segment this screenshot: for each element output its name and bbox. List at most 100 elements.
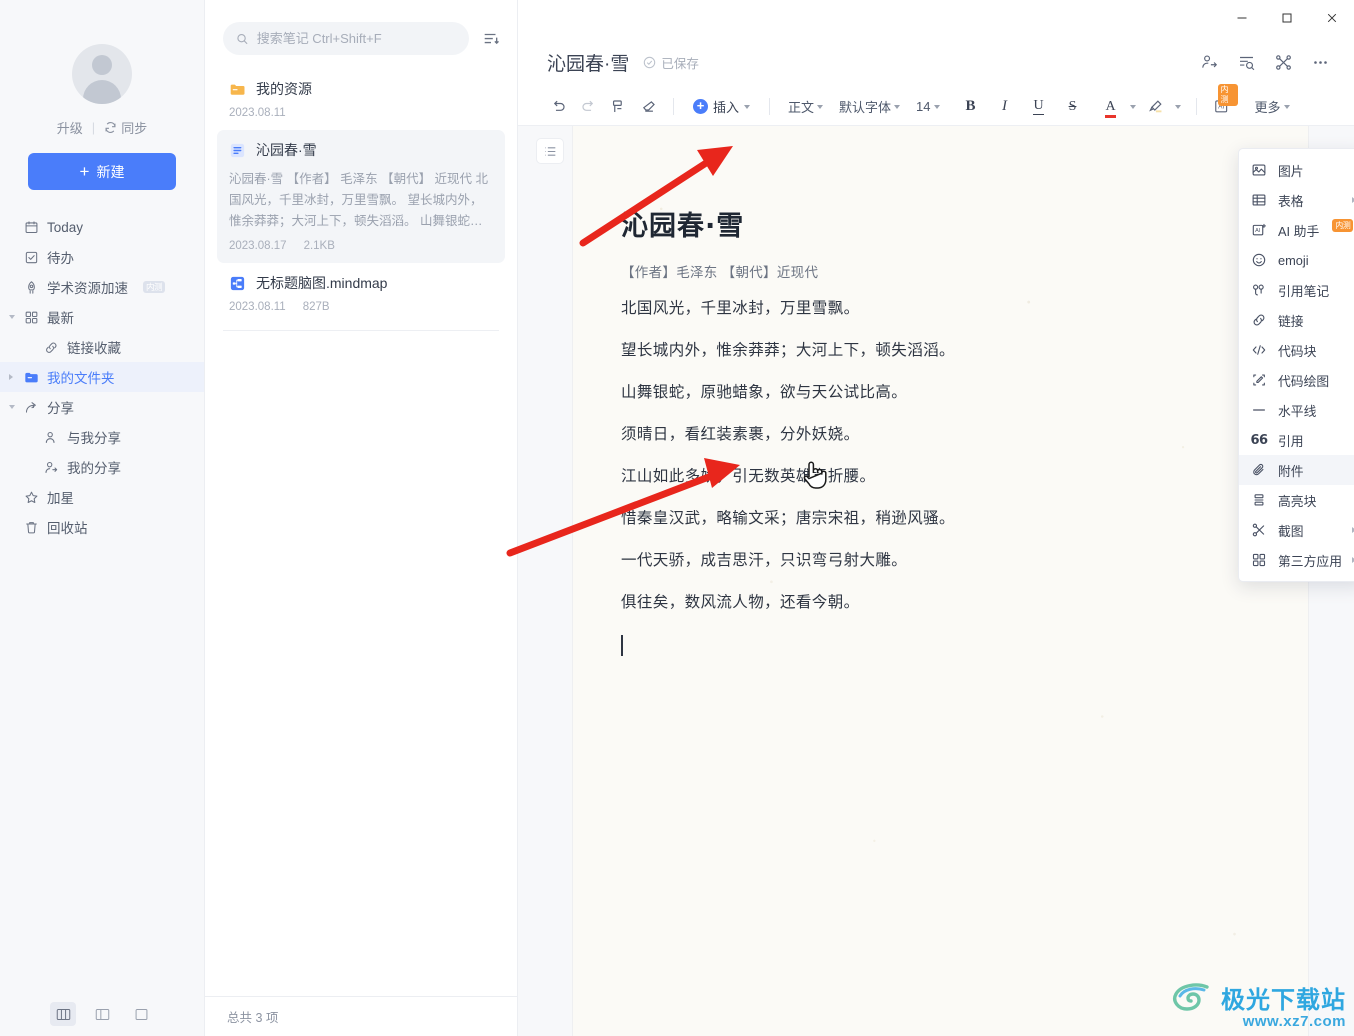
list-item[interactable]: 无标题脑图.mindmap 2023.08.11 827B bbox=[217, 263, 505, 324]
ai-beta-badge: 内测 bbox=[1217, 83, 1238, 107]
menu-item-ai-assistant[interactable]: AI AI 助手 内测 bbox=[1239, 215, 1354, 245]
ai-assistant-button[interactable]: AI 内测 bbox=[1208, 83, 1238, 121]
menu-item-image[interactable]: 图片 bbox=[1239, 155, 1354, 185]
menu-item-quote-note[interactable]: 引用笔记 bbox=[1239, 275, 1354, 305]
sidebar-item-label: 待办 bbox=[47, 251, 74, 266]
sidebar-item-9[interactable]: 加星 bbox=[0, 482, 204, 512]
search-input[interactable] bbox=[256, 31, 456, 46]
menu-item-horizontal-rule[interactable]: 水平线 bbox=[1239, 395, 1354, 425]
beta-badge: 内测 bbox=[1332, 218, 1354, 232]
two-column-view-button[interactable] bbox=[89, 1002, 115, 1026]
avatar[interactable] bbox=[72, 44, 132, 104]
list-item[interactable]: 我的资源 2023.08.11 bbox=[217, 69, 505, 130]
minimize-icon bbox=[1237, 17, 1246, 19]
sidebar-item-label: 分享 bbox=[47, 401, 74, 416]
font-size-dropdown[interactable]: 14 bbox=[909, 93, 946, 121]
font-size-label: 14 bbox=[916, 99, 931, 114]
new-button-label: 新建 bbox=[96, 163, 125, 180]
poem-line: 望长城内外，惟余莽莽；大河上下，顿失滔滔。 bbox=[621, 342, 955, 359]
document-paper: 沁园春·雪 【作者】毛泽东 【朝代】近现代 北国风光，千里冰封，万里雪飘。 望长城… bbox=[573, 126, 1308, 1036]
menu-item-quote-66[interactable]: 66 引用 bbox=[1239, 425, 1354, 455]
upgrade-link[interactable]: 升级 bbox=[57, 118, 83, 137]
bold-button[interactable]: B bbox=[955, 93, 987, 121]
sidebar-item-5[interactable]: 我的文件夹 bbox=[0, 362, 204, 392]
sync-label: 同步 bbox=[121, 121, 148, 136]
strikethrough-button[interactable]: S bbox=[1057, 93, 1089, 121]
outline-toggle-button[interactable] bbox=[536, 138, 564, 164]
highlight-dropdown[interactable] bbox=[1172, 93, 1185, 121]
sidebar-item-0[interactable]: Today bbox=[0, 212, 204, 242]
underline-button[interactable]: U bbox=[1023, 93, 1055, 121]
watermark-site-url: www.xz7.com bbox=[1242, 1013, 1346, 1030]
menu-item-link[interactable]: 链接 bbox=[1239, 305, 1354, 335]
clear-format-button[interactable] bbox=[634, 93, 662, 121]
sidebar-item-label: 与我分享 bbox=[67, 431, 121, 446]
plus-icon: + bbox=[79, 162, 90, 181]
insert-button[interactable]: + 插入 bbox=[685, 93, 758, 121]
sidebar-item-4[interactable]: 链接收藏 bbox=[0, 332, 204, 362]
plus-circle-icon: + bbox=[693, 99, 708, 114]
poem-line: 惜秦皇汉武，略输文采；唐宗宋祖，稍逊风骚。 bbox=[621, 510, 955, 527]
undo-button[interactable] bbox=[544, 93, 572, 121]
sidebar-item-2[interactable]: 学术资源加速 内测 bbox=[0, 272, 204, 302]
new-button[interactable]: + 新建 bbox=[28, 153, 176, 190]
sidebar-nav: Today 待办学术资源加速 内测最新链接收藏我的文件夹分享与我分享我的分享 加星 回收… bbox=[0, 212, 204, 542]
font-color-button[interactable]: A bbox=[1097, 93, 1125, 121]
format-painter-button[interactable] bbox=[604, 93, 632, 121]
sidebar-item-label: 最新 bbox=[47, 311, 74, 326]
menu-item-label: AI 助手 bbox=[1278, 223, 1320, 239]
three-column-view-button[interactable] bbox=[50, 1002, 76, 1026]
highlight-block-icon bbox=[1251, 492, 1267, 508]
menu-item-attachment[interactable]: 附件 bbox=[1239, 455, 1354, 485]
disclosure-triangle-icon[interactable] bbox=[9, 374, 13, 380]
italic-button[interactable]: I bbox=[989, 93, 1021, 121]
sort-button[interactable] bbox=[479, 27, 503, 51]
menu-item-label: 表格 bbox=[1278, 193, 1304, 209]
sidebar-item-1[interactable]: 待办 bbox=[0, 242, 204, 272]
list-item[interactable]: 沁园春·雪 沁园春·雪 【作者】 毛泽东 【朝代】 近现代 北国风光，千里冰封，万… bbox=[217, 130, 505, 263]
note-date: 2023.08.11 bbox=[229, 107, 286, 119]
sidebar-item-6[interactable]: 分享 bbox=[0, 392, 204, 422]
paragraph-style-dropdown[interactable]: 正文 bbox=[781, 93, 830, 121]
page-title[interactable]: 沁园春·雪 bbox=[547, 49, 629, 76]
sidebar-item-10[interactable]: 回收站 bbox=[0, 512, 204, 542]
font-color-dropdown[interactable] bbox=[1127, 93, 1140, 121]
menu-item-emoji[interactable]: emoji bbox=[1239, 245, 1354, 275]
minimize-button[interactable] bbox=[1219, 0, 1264, 36]
sync-button[interactable]: 同步 bbox=[104, 118, 147, 137]
paper-content[interactable]: 沁园春·雪 【作者】毛泽东 【朝代】近现代 北国风光，千里冰封，万里雪飘。 望长城… bbox=[573, 126, 1308, 656]
mouse-cursor-hand-icon bbox=[803, 461, 827, 489]
redo-button[interactable] bbox=[574, 93, 602, 121]
close-icon bbox=[1327, 13, 1336, 23]
maximize-button[interactable] bbox=[1264, 0, 1309, 36]
more-options-icon[interactable] bbox=[1311, 53, 1330, 72]
toolbar-divider-2 bbox=[769, 98, 771, 115]
sidebar-item-3[interactable]: 最新 bbox=[0, 302, 204, 332]
mindmap-node-icon[interactable] bbox=[1274, 53, 1293, 72]
share-user-icon[interactable] bbox=[1200, 53, 1219, 72]
highlight-button[interactable] bbox=[1142, 93, 1170, 121]
menu-item-label: 链接 bbox=[1278, 313, 1304, 329]
menu-item-table[interactable]: 表格 bbox=[1239, 185, 1354, 215]
poem-author: 【作者】毛泽东 【朝代】近现代 bbox=[621, 265, 819, 280]
more-tools-dropdown[interactable]: 更多 bbox=[1248, 93, 1297, 121]
menu-item-code-draw[interactable]: 代码绘图 bbox=[1239, 365, 1354, 395]
menu-item-third-party-app[interactable]: 第三方应用 bbox=[1239, 545, 1354, 575]
disclosure-triangle-icon[interactable] bbox=[9, 405, 15, 409]
app-window: 升级 | 同步 + 新建 Today 待办 学术资源加速 内测 最新 链接收藏 我的文件夹分… bbox=[0, 0, 1354, 1036]
sidebar-item-7[interactable]: 与我分享 bbox=[0, 422, 204, 452]
menu-item-highlight-block[interactable]: 高亮块 bbox=[1239, 485, 1354, 515]
menu-item-label: 图片 bbox=[1278, 163, 1304, 179]
single-column-view-button[interactable] bbox=[128, 1002, 154, 1026]
sidebar-item-8[interactable]: 我的分享 bbox=[0, 452, 204, 482]
trash-icon bbox=[24, 520, 39, 535]
find-replace-icon[interactable] bbox=[1237, 53, 1256, 72]
sidebar-item-label: 链接收藏 bbox=[67, 341, 121, 356]
disclosure-triangle-icon[interactable] bbox=[9, 315, 15, 319]
close-button[interactable] bbox=[1309, 0, 1354, 36]
search-box[interactable] bbox=[223, 22, 469, 55]
menu-item-code-block[interactable]: 代码块 bbox=[1239, 335, 1354, 365]
doc-icon bbox=[229, 142, 246, 159]
font-family-dropdown[interactable]: 默认字体 bbox=[832, 93, 907, 121]
menu-item-screenshot[interactable]: 截图 bbox=[1239, 515, 1354, 545]
